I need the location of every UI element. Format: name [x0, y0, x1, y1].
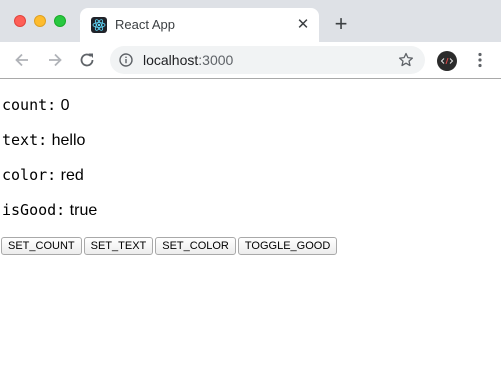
- page-content: count: 0 text: hello color: red isGood: …: [0, 79, 501, 376]
- color-label: color:: [2, 166, 57, 184]
- browser-toolbar: localhost:3000: [0, 42, 501, 78]
- color-value: red: [60, 167, 84, 184]
- reload-icon[interactable]: [77, 50, 97, 70]
- action-buttons: SET_COUNT SET_TEXT SET_COLOR TOGGLE_GOOD: [1, 237, 339, 255]
- set-text-button[interactable]: SET_TEXT: [83, 237, 154, 255]
- minimize-window-button[interactable]: [34, 15, 46, 27]
- toggle-good-button[interactable]: TOGGLE_GOOD: [237, 237, 338, 255]
- text-line: text: hello: [2, 131, 85, 150]
- address-bar[interactable]: localhost:3000: [110, 46, 425, 74]
- tab-strip: React App ✕ +: [0, 0, 501, 42]
- forward-arrow-icon[interactable]: [45, 50, 65, 70]
- isgood-value: true: [69, 202, 98, 219]
- kebab-menu-icon[interactable]: [472, 51, 488, 69]
- text-value: hello: [51, 132, 86, 149]
- star-icon[interactable]: [398, 52, 414, 68]
- back-arrow-icon[interactable]: [12, 50, 32, 70]
- set-count-button[interactable]: SET_COUNT: [1, 237, 82, 255]
- react-icon: [91, 17, 107, 33]
- color-line: color: red: [2, 166, 84, 185]
- isgood-label: isGood:: [2, 201, 66, 219]
- count-value: 0: [60, 97, 70, 114]
- count-label: count:: [2, 96, 57, 114]
- count-line: count: 0: [2, 96, 70, 115]
- text-label: text:: [2, 131, 48, 149]
- url-port: :3000: [198, 52, 234, 68]
- url-host: localhost: [143, 52, 199, 68]
- new-tab-button[interactable]: +: [329, 12, 353, 36]
- isgood-line: isGood: true: [2, 201, 97, 220]
- tab-title: React App: [115, 17, 175, 32]
- tab-close-icon[interactable]: ✕: [293, 15, 313, 35]
- extension-icon[interactable]: [437, 51, 457, 71]
- browser-tab[interactable]: React App ✕: [80, 8, 319, 42]
- url-text: localhost:3000: [143, 52, 233, 68]
- close-window-button[interactable]: [14, 15, 26, 27]
- info-icon[interactable]: [119, 53, 133, 67]
- set-color-button[interactable]: SET_COLOR: [155, 237, 236, 255]
- zoom-window-button[interactable]: [54, 15, 66, 27]
